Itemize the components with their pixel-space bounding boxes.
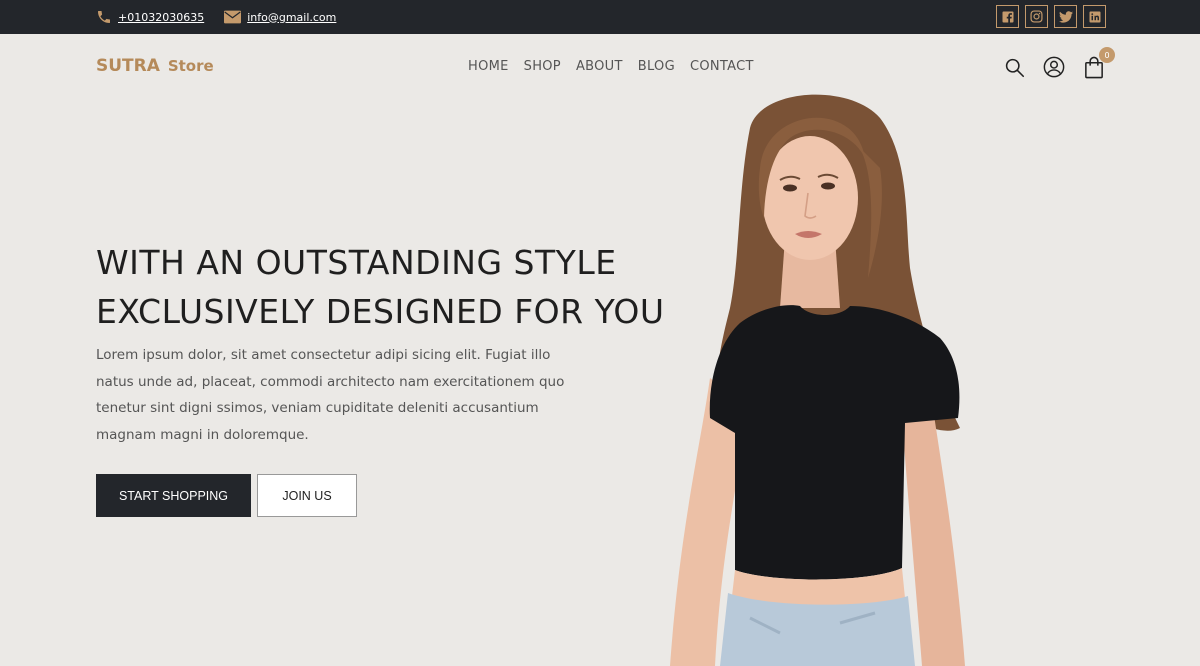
phone-link[interactable]: +01032030635 xyxy=(96,9,204,25)
nav-item-home[interactable]: HOME xyxy=(468,59,509,74)
start-shopping-button[interactable]: START SHOPPING xyxy=(96,474,251,517)
twitter-link[interactable] xyxy=(1054,5,1077,28)
search-icon xyxy=(1005,58,1024,77)
user-icon xyxy=(1043,56,1065,78)
search-button[interactable] xyxy=(1003,55,1025,79)
account-button[interactable] xyxy=(1043,55,1065,79)
header-actions: 0 xyxy=(1003,47,1115,79)
join-us-button[interactable]: JOIN US xyxy=(257,474,357,517)
cart-button[interactable]: 0 xyxy=(1083,47,1115,79)
hero-model-image xyxy=(670,94,965,666)
linkedin-link[interactable] xyxy=(1083,5,1106,28)
logo-sub: Store xyxy=(167,57,214,75)
hero-title-line1: WITH AN OUTSTANDING STYLE xyxy=(96,243,617,282)
nav-item-shop[interactable]: SHOP xyxy=(524,59,561,74)
hero-title-line2: EXCLUSIVELY DESIGNED FOR YOU xyxy=(96,292,665,331)
phone-number: +01032030635 xyxy=(118,10,205,24)
site-logo[interactable]: SUTRA Store xyxy=(96,56,214,76)
social-links xyxy=(996,5,1106,28)
email-address: info@gmail.com xyxy=(247,10,337,24)
nav-item-contact[interactable]: CONTACT xyxy=(690,59,754,74)
contact-info: +01032030635 info@gmail.com xyxy=(96,0,336,34)
logo-main: SUTRA xyxy=(96,56,160,76)
hero-description: Lorem ipsum dolor, sit amet consectetur … xyxy=(96,347,565,443)
nav-item-blog[interactable]: BLOG xyxy=(638,59,675,74)
linkedin-icon xyxy=(1089,11,1100,22)
facebook-link[interactable] xyxy=(996,5,1019,28)
top-bar: +01032030635 info@gmail.com xyxy=(0,0,1200,34)
mail-icon xyxy=(224,10,242,24)
instagram-icon xyxy=(1030,10,1043,23)
facebook-icon xyxy=(1002,11,1013,23)
nav-item-about[interactable]: ABOUT xyxy=(576,59,623,74)
email-link[interactable]: info@gmail.com xyxy=(224,10,336,24)
main-nav: HOME SHOP ABOUT BLOG CONTACT xyxy=(468,59,754,74)
phone-icon xyxy=(98,11,110,23)
twitter-icon xyxy=(1058,10,1073,23)
hero-title: WITH AN OUTSTANDING STYLE EXCLUSIVELY DE… xyxy=(96,238,696,336)
cart-count-badge: 0 xyxy=(1099,47,1115,63)
instagram-link[interactable] xyxy=(1025,5,1048,28)
